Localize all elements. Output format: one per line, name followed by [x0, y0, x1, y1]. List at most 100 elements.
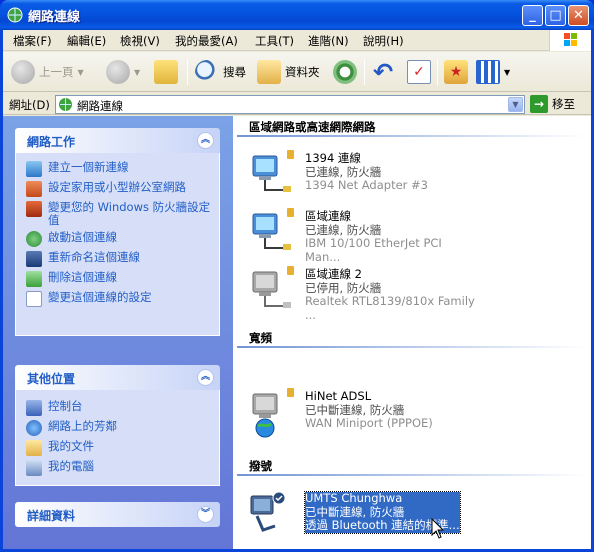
menu-file[interactable]: 檔案(F): [13, 33, 52, 49]
home-network-icon: [26, 181, 42, 197]
back-arrow-icon: [11, 60, 35, 84]
network-tasks-header[interactable]: 網路工作 ︽: [15, 128, 220, 153]
task-enable-connection[interactable]: 啟動這個連線: [26, 231, 216, 247]
connection-status: 已中斷連線, 防火牆: [305, 402, 405, 417]
window-title: 網路連線: [28, 10, 81, 25]
views-dropdown-icon[interactable]: ▼: [504, 68, 510, 77]
other-places-header[interactable]: 其他位置 ︽: [15, 365, 220, 390]
lan-connection-icon: [252, 208, 294, 250]
task-home-network[interactable]: 設定家用或小型辦公室網路: [26, 181, 216, 197]
connection-name: 區域連線 2: [305, 267, 362, 281]
network-connections-icon: [7, 7, 23, 23]
connection-device: 1394 Net Adapter #3: [305, 178, 428, 192]
connection-item[interactable]: 區域連線 已連線, 防火牆 IBM 10/100 EtherJet PCI Ma…: [247, 208, 477, 263]
menu-tools[interactable]: 工具(T): [255, 33, 294, 49]
collapse-icon[interactable]: ︽: [197, 369, 214, 386]
task-change-settings[interactable]: 變更這個連線的設定: [26, 291, 216, 307]
folders-label: 資料夾: [285, 65, 320, 79]
expand-icon[interactable]: ︾: [197, 506, 214, 523]
back-button[interactable]: 上一頁 ▼: [11, 57, 84, 87]
place-control-panel[interactable]: 控制台: [26, 400, 216, 416]
close-button[interactable]: ✕: [568, 5, 589, 26]
sync-button[interactable]: [333, 57, 357, 87]
connection-status: 已中斷連線, 防火牆: [305, 504, 405, 519]
menu-advanced[interactable]: 進階(N): [308, 33, 349, 49]
connection-info: 區域連線 已連線, 防火牆 IBM 10/100 EtherJet PCI Ma…: [305, 209, 477, 264]
search-button[interactable]: 搜尋: [195, 57, 246, 87]
menu-edit[interactable]: 編輯(E): [67, 33, 106, 49]
delete-icon: [26, 271, 42, 287]
rename-icon: [26, 251, 42, 267]
toolbar-separator-2: [364, 59, 365, 85]
views-icon: [476, 60, 500, 84]
details-title: 詳細資料: [27, 509, 76, 523]
go-button[interactable]: → 移至: [530, 95, 575, 113]
menu-help[interactable]: 說明(H): [363, 33, 404, 49]
connection-status: 已連線, 防火牆: [305, 222, 382, 237]
new-connection-icon: [26, 161, 42, 177]
folder-icon: [257, 60, 281, 84]
network-places-icon: [26, 420, 42, 436]
connection-device: IBM 10/100 EtherJet PCI Man...: [305, 236, 442, 264]
search-icon: [195, 60, 219, 84]
views-button[interactable]: ▼: [476, 57, 510, 87]
favorites-button[interactable]: ★: [444, 57, 468, 87]
up-folder-button[interactable]: [154, 57, 178, 87]
address-dropdown-icon[interactable]: ▼: [508, 97, 523, 112]
undo-icon: ↶: [372, 58, 394, 86]
window: 網路連線 _ □ ✕ 檔案(F) 編輯(E) 檢視(V) 我的最愛(A) 工具(…: [0, 0, 594, 552]
sync-icon: [333, 60, 357, 84]
menu-view[interactable]: 檢視(V): [120, 33, 160, 49]
menu-favorites[interactable]: 我的最愛(A): [175, 33, 238, 49]
place-my-documents[interactable]: 我的文件: [26, 440, 216, 456]
collapse-icon[interactable]: ︽: [197, 132, 214, 149]
connection-name: 1394 連線: [305, 151, 361, 165]
folders-button[interactable]: 資料夾: [257, 57, 320, 87]
network-tasks-title: 網路工作: [27, 135, 76, 149]
lan-connection-icon: [252, 150, 294, 192]
task-pane: 網路工作 ︽ 建立一個新連線 設定家用或小型辦公室網路 變更您的 Windows…: [3, 116, 233, 549]
go-arrow-icon: →: [530, 95, 548, 113]
connection-info: 區域連線 2 已停用, 防火牆 Realtek RTL8139/810x Fam…: [305, 267, 477, 322]
properties-button[interactable]: ✓: [407, 57, 431, 87]
group-divider: [237, 135, 587, 137]
address-value: 網路連線: [77, 99, 123, 113]
connection-name: HiNet ADSL: [305, 389, 372, 403]
back-dropdown-icon[interactable]: ▼: [78, 68, 84, 77]
connections-list: 區域網路或高速網際網路 1394 連線 已連線, 防火牆 1394 Net Ad…: [233, 116, 591, 549]
search-label: 搜尋: [223, 65, 246, 79]
minimize-button[interactable]: _: [522, 5, 543, 26]
title-bar[interactable]: 網路連線 _ □ ✕: [0, 0, 594, 30]
settings-icon: [26, 291, 42, 307]
connection-item[interactable]: 區域連線 2 已停用, 防火牆 Realtek RTL8139/810x Fam…: [247, 266, 477, 321]
my-documents-icon: [26, 440, 42, 456]
connection-item[interactable]: HiNet ADSL 已中斷連線, 防火牆 WAN Miniport (PPPO…: [247, 388, 477, 438]
task-delete-connection[interactable]: 刪除這個連線: [26, 271, 216, 287]
dialup-connection-icon: [250, 491, 286, 532]
toolbar-separator: [187, 59, 188, 85]
maximize-button[interactable]: □: [545, 5, 566, 26]
forward-arrow-icon: [106, 60, 130, 84]
forward-dropdown-icon[interactable]: ▼: [134, 68, 140, 77]
connection-item[interactable]: 1394 連線 已連線, 防火牆 1394 Net Adapter #3: [247, 150, 477, 200]
go-label: 移至: [552, 97, 575, 111]
group-title-dialup: 撥號: [249, 459, 272, 473]
place-my-computer[interactable]: 我的電腦: [26, 460, 216, 476]
network-connections-icon: [59, 98, 72, 111]
address-input[interactable]: 網路連線 ▼: [55, 95, 525, 114]
connection-device: Realtek RTL8139/810x Family ...: [305, 294, 475, 322]
task-firewall-settings[interactable]: 變更您的 Windows 防火牆設定值: [26, 201, 216, 227]
group-divider: [237, 474, 587, 476]
details-header[interactable]: 詳細資料 ︾: [15, 502, 220, 527]
place-network-neighborhood[interactable]: 網路上的芳鄰: [26, 420, 216, 436]
task-create-connection[interactable]: 建立一個新連線: [26, 161, 216, 177]
toolbar: 上一頁 ▼ ▼ 搜尋 資料夾 ↶ ✓ ★ ▼: [3, 52, 591, 92]
star-folder-icon: ★: [444, 60, 468, 84]
connection-info: 1394 連線 已連線, 防火牆 1394 Net Adapter #3: [305, 151, 428, 193]
task-rename-connection[interactable]: 重新命名這個連線: [26, 251, 216, 267]
connection-device: WAN Miniport (PPPOE): [305, 416, 433, 430]
forward-button[interactable]: ▼: [106, 57, 140, 87]
connection-name: 區域連線: [305, 209, 351, 223]
windows-logo-icon: [549, 30, 591, 51]
undo-button[interactable]: ↶: [371, 57, 395, 87]
